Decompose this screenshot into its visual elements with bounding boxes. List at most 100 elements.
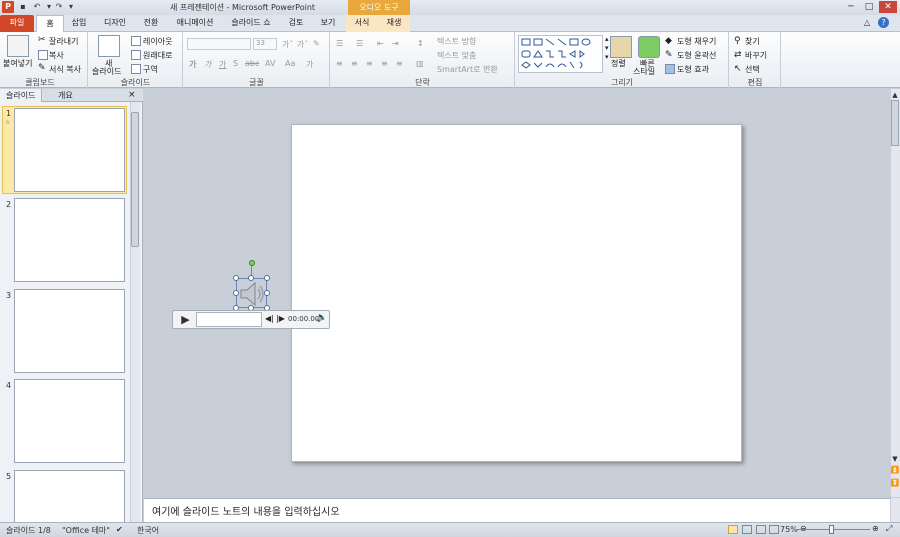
align-center-icon[interactable]: ≡: [351, 59, 358, 68]
resize-handle-tl[interactable]: [233, 275, 239, 281]
shadow-icon[interactable]: S: [233, 59, 238, 68]
resize-handle-t[interactable]: [248, 275, 254, 281]
previous-slide-icon[interactable]: ⏫: [890, 466, 900, 474]
play-button[interactable]: ▶: [178, 312, 193, 327]
smartart-convert-button[interactable]: SmartArt로 변환: [437, 64, 498, 75]
slide-thumbnail-2[interactable]: [14, 198, 125, 282]
align-left-icon[interactable]: ≡: [336, 59, 343, 68]
quick-styles-icon[interactable]: [638, 36, 660, 58]
redo-icon[interactable]: ↷: [54, 2, 64, 12]
tab-file[interactable]: 파일: [0, 15, 34, 32]
slide-thumbnail-1[interactable]: [14, 108, 125, 192]
zoom-in-icon[interactable]: ⊕: [872, 524, 879, 533]
shapes-gallery-scroll-icon[interactable]: ▴ ▾ ▾: [605, 35, 609, 62]
main-vertical-scrollbar[interactable]: [890, 89, 900, 497]
distribute-icon[interactable]: ≡: [396, 59, 403, 68]
grow-font-icon[interactable]: 가ˆ: [282, 39, 293, 50]
close-button[interactable]: ✕: [879, 1, 897, 13]
clear-format-icon[interactable]: ✎: [313, 39, 320, 48]
customize-quick-access-icon[interactable]: ▾: [66, 2, 76, 12]
notes-placeholder[interactable]: 여기에 슬라이드 노트의 내용을 입력하십시오: [152, 503, 340, 518]
format-painter-button[interactable]: 서식 복사: [49, 64, 81, 75]
slide-thumbnail-5[interactable]: [14, 470, 125, 522]
quick-styles-label-2[interactable]: 스타일: [633, 66, 655, 77]
notes-scrollbar[interactable]: [890, 498, 900, 522]
tab-format[interactable]: 서식: [348, 15, 376, 32]
arrange-button[interactable]: 정렬: [611, 58, 626, 69]
powerpoint-app-icon[interactable]: P: [2, 1, 14, 13]
close-panel-icon[interactable]: ×: [128, 90, 136, 100]
shape-fill-button[interactable]: 도형 채우기: [677, 36, 716, 47]
tab-playback[interactable]: 재생: [380, 15, 408, 32]
slide-thumbnail-3[interactable]: [14, 289, 125, 373]
tab-transitions[interactable]: 전환: [138, 15, 164, 32]
resize-handle-r[interactable]: [264, 290, 270, 296]
cut-button[interactable]: 잘라내기: [49, 36, 78, 47]
select-button[interactable]: 선택: [745, 64, 760, 75]
main-scroll-thumb[interactable]: [891, 100, 899, 146]
tab-insert[interactable]: 삽입: [66, 15, 92, 32]
tab-animations[interactable]: 애니메이션: [170, 15, 220, 32]
next-slide-icon[interactable]: ⏬: [890, 479, 900, 487]
paste-icon[interactable]: [7, 35, 29, 57]
shapes-gallery[interactable]: [518, 35, 603, 73]
language[interactable]: 한국어: [137, 525, 159, 536]
find-button[interactable]: 찾기: [745, 36, 760, 47]
tab-outline[interactable]: 개요: [52, 89, 79, 102]
resize-handle-l[interactable]: [233, 290, 239, 296]
volume-icon[interactable]: 🔈: [316, 313, 327, 323]
slides-panel-scroll-thumb[interactable]: [131, 112, 139, 247]
slideshow-view-icon[interactable]: [769, 525, 779, 534]
font-name-combo[interactable]: [187, 38, 251, 50]
tab-view[interactable]: 보기: [314, 15, 342, 32]
italic-icon[interactable]: 가: [204, 59, 211, 70]
save-icon[interactable]: ▪: [18, 2, 28, 12]
arrange-icon[interactable]: [610, 36, 632, 58]
spell-check-icon[interactable]: ✔: [116, 525, 123, 534]
scroll-up-icon[interactable]: ▲: [890, 91, 900, 99]
increase-indent-icon[interactable]: ⇥: [392, 39, 399, 48]
numbering-icon[interactable]: ☰: [356, 39, 363, 48]
line-spacing-icon[interactable]: ↕: [417, 39, 424, 48]
undo-icon[interactable]: ↶: [32, 2, 42, 12]
audio-progress-track[interactable]: [196, 312, 262, 327]
tab-home[interactable]: 홈: [36, 15, 64, 32]
rotate-handle[interactable]: [249, 260, 255, 266]
paste-button[interactable]: 붙여넣기: [3, 58, 32, 69]
decrease-indent-icon[interactable]: ⇤: [377, 39, 384, 48]
zoom-slider-knob[interactable]: [829, 525, 834, 534]
shrink-font-icon[interactable]: 가ˇ: [297, 39, 308, 50]
copy-button[interactable]: 복사: [49, 50, 64, 61]
change-case-icon[interactable]: Aa: [285, 59, 295, 68]
character-spacing-icon[interactable]: AV: [265, 59, 275, 68]
layout-button[interactable]: 레이아웃: [143, 36, 172, 47]
minimize-button[interactable]: ─: [843, 1, 859, 13]
rewind-icon[interactable]: ◀|: [265, 314, 274, 323]
maximize-button[interactable]: □: [861, 1, 877, 13]
slide-canvas[interactable]: [291, 124, 742, 462]
slide-thumbnail-4[interactable]: [14, 379, 125, 463]
font-size-combo[interactable]: 33: [253, 38, 277, 50]
new-slide-icon[interactable]: [98, 35, 120, 57]
text-direction-button[interactable]: 텍스트 방향: [437, 36, 476, 47]
slide-sorter-icon[interactable]: [742, 525, 752, 534]
tab-slideshow[interactable]: 슬라이드 쇼: [226, 15, 276, 32]
underline-icon[interactable]: 가: [219, 59, 226, 70]
columns-icon[interactable]: ▥: [416, 59, 424, 68]
align-right-icon[interactable]: ≡: [366, 59, 373, 68]
tab-slides[interactable]: 슬라이드: [0, 89, 43, 102]
tab-review[interactable]: 검토: [282, 15, 310, 32]
forward-icon[interactable]: |▶: [276, 314, 285, 323]
align-text-button[interactable]: 텍스트 맞춤: [437, 50, 476, 61]
tab-design[interactable]: 디자인: [98, 15, 132, 32]
justify-icon[interactable]: ≡: [381, 59, 388, 68]
resize-handle-tr[interactable]: [264, 275, 270, 281]
minimize-ribbon-icon[interactable]: △: [864, 18, 870, 27]
reset-button[interactable]: 원래대로: [143, 50, 172, 61]
help-icon[interactable]: ?: [878, 17, 889, 28]
section-button[interactable]: 구역: [143, 64, 158, 75]
reading-view-icon[interactable]: [756, 525, 766, 534]
strikethrough-icon[interactable]: abc: [245, 59, 259, 68]
font-color-icon[interactable]: 가: [306, 59, 313, 70]
audio-object[interactable]: [236, 278, 267, 308]
